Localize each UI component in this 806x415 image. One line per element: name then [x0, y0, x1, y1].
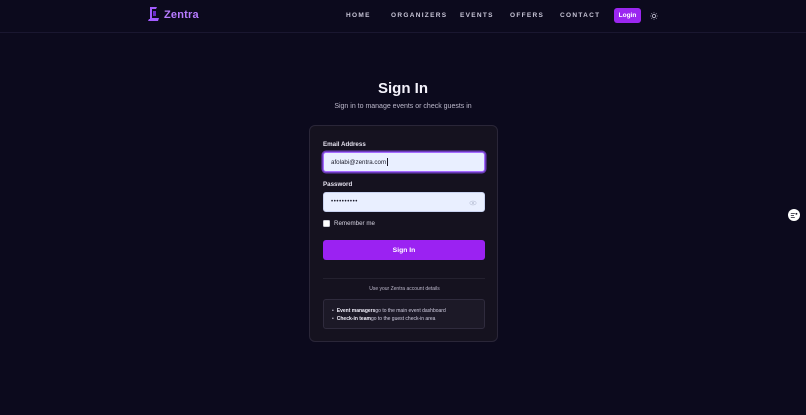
- sun-icon[interactable]: [650, 12, 658, 20]
- account-hint: Use your Zentra account details: [369, 286, 440, 292]
- role-description: go to the main event dashboard: [375, 308, 446, 314]
- eye-icon[interactable]: [469, 199, 477, 207]
- email-value: afolabi@zentra.com: [331, 158, 387, 166]
- role-info-box: Event managersgo to the main event dashb…: [323, 299, 485, 329]
- password-value: ••••••••••: [331, 199, 359, 205]
- password-label: Password: [323, 181, 353, 188]
- brand-logo[interactable]: Zentra: [147, 6, 199, 23]
- email-field[interactable]: afolabi@zentra.com: [323, 152, 485, 172]
- text-caret: [386, 158, 388, 166]
- remember-me[interactable]: Remember me: [323, 220, 375, 227]
- page: Zentra HOME ORGANIZERS EVENTS OFFERS CON…: [0, 0, 806, 415]
- role-name: Check-in team: [336, 316, 371, 322]
- role-name: Event managers: [336, 308, 376, 314]
- login-button[interactable]: Login: [614, 8, 641, 23]
- top-nav-bar: Zentra HOME ORGANIZERS EVENTS OFFERS CON…: [0, 0, 806, 33]
- zentra-logo-icon: [148, 7, 159, 21]
- email-label: Email Address: [323, 141, 366, 148]
- divider: [323, 278, 485, 279]
- nav-contact[interactable]: CONTACT: [560, 12, 600, 19]
- accessibility-icon: [790, 212, 798, 218]
- brand-name: Zentra: [164, 8, 199, 21]
- nav-home[interactable]: HOME: [346, 12, 371, 19]
- sign-in-button[interactable]: Sign In: [323, 240, 485, 260]
- list-item: Check-in teamgo to the guest check-in ar…: [332, 315, 446, 323]
- nav-organizers[interactable]: ORGANIZERS: [391, 12, 447, 19]
- page-subtitle: Sign in to manage events or check guests…: [334, 103, 472, 110]
- role-list: Event managersgo to the main event dashb…: [332, 307, 446, 323]
- password-field[interactable]: ••••••••••: [323, 192, 485, 212]
- role-description: go to the guest check-in area: [370, 316, 436, 322]
- remember-label: Remember me: [334, 220, 375, 227]
- remember-checkbox[interactable]: [323, 220, 330, 227]
- sign-in-card: Email Address afolabi@zentra.com Passwor…: [309, 125, 498, 342]
- nav-events[interactable]: EVENTS: [460, 12, 494, 19]
- nav-offers[interactable]: OFFERS: [510, 12, 544, 19]
- floating-widget-button[interactable]: [788, 209, 800, 221]
- page-title: Sign In: [378, 80, 428, 97]
- list-item: Event managersgo to the main event dashb…: [332, 307, 446, 315]
